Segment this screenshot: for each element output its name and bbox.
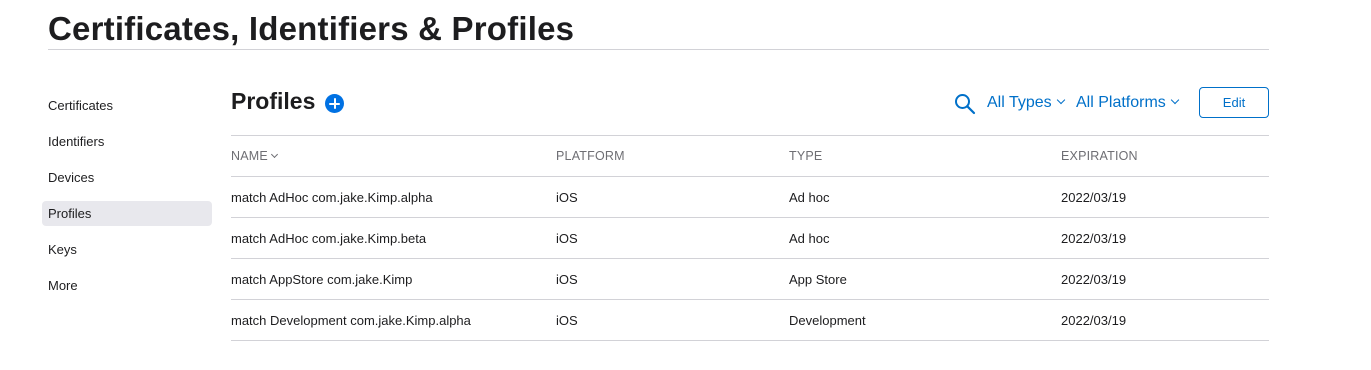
- add-profile-button[interactable]: [325, 94, 344, 113]
- sidebar-item-devices[interactable]: Devices: [42, 165, 212, 190]
- profile-type: Ad hoc: [789, 189, 830, 205]
- column-header-name-label: NAME: [231, 149, 268, 163]
- profile-name: match AdHoc com.jake.Kimp.alpha: [231, 189, 433, 205]
- profile-type: Ad hoc: [789, 230, 830, 246]
- table-row[interactable]: match AdHoc com.jake.Kimp.alpha iOS Ad h…: [231, 177, 1269, 218]
- profile-expiration: 2022/03/19: [1061, 312, 1127, 328]
- sidebar-item-keys[interactable]: Keys: [42, 237, 212, 262]
- column-header-type[interactable]: TYPE: [789, 149, 822, 163]
- profile-platform: iOS: [556, 271, 578, 287]
- sidebar-item-certificates[interactable]: Certificates: [42, 93, 212, 118]
- column-header-expiration[interactable]: EXPIRATION: [1061, 149, 1138, 163]
- filter-types-dropdown[interactable]: All Types: [987, 94, 1065, 112]
- filter-platforms-dropdown[interactable]: All Platforms: [1076, 94, 1180, 112]
- profile-name: match Development com.jake.Kimp.alpha: [231, 312, 471, 328]
- title-divider: [48, 49, 1269, 50]
- section-title: Profiles: [231, 88, 316, 114]
- sidebar-item-identifiers[interactable]: Identifiers: [42, 129, 212, 154]
- chevron-down-icon: [1056, 95, 1065, 105]
- column-header-name[interactable]: NAME: [231, 149, 278, 163]
- profile-expiration: 2022/03/19: [1061, 189, 1127, 205]
- sidebar-item-more[interactable]: More: [42, 273, 212, 298]
- search-icon[interactable]: [954, 93, 976, 115]
- profile-platform: iOS: [556, 312, 578, 328]
- profile-type: Development: [789, 312, 866, 328]
- sidebar-item-profiles[interactable]: Profiles: [42, 201, 212, 226]
- filter-platforms-label: All Platforms: [1076, 94, 1166, 111]
- filter-types-label: All Types: [987, 94, 1052, 111]
- table-row[interactable]: match AdHoc com.jake.Kimp.beta iOS Ad ho…: [231, 218, 1269, 259]
- profile-name: match AppStore com.jake.Kimp: [231, 271, 413, 287]
- profiles-table: NAME PLATFORM TYPE EXPIRATION match AdHo…: [231, 136, 1269, 341]
- page-title: Certificates, Identifiers & Profiles: [48, 10, 575, 47]
- sort-chevron-icon: [270, 150, 278, 159]
- chevron-down-icon: [1170, 95, 1180, 105]
- sidebar: Certificates Identifiers Devices Profile…: [42, 93, 212, 309]
- table-header: NAME PLATFORM TYPE EXPIRATION: [231, 136, 1269, 177]
- profile-expiration: 2022/03/19: [1061, 230, 1127, 246]
- profile-expiration: 2022/03/19: [1061, 271, 1127, 287]
- table-row[interactable]: match AppStore com.jake.Kimp iOS App Sto…: [231, 259, 1269, 300]
- table-row[interactable]: match Development com.jake.Kimp.alpha iO…: [231, 300, 1269, 341]
- profile-type: App Store: [789, 271, 847, 287]
- profile-platform: iOS: [556, 230, 578, 246]
- profile-name: match AdHoc com.jake.Kimp.beta: [231, 230, 427, 246]
- column-header-platform[interactable]: PLATFORM: [556, 149, 625, 163]
- profile-platform: iOS: [556, 189, 578, 205]
- edit-button[interactable]: Edit: [1199, 87, 1269, 118]
